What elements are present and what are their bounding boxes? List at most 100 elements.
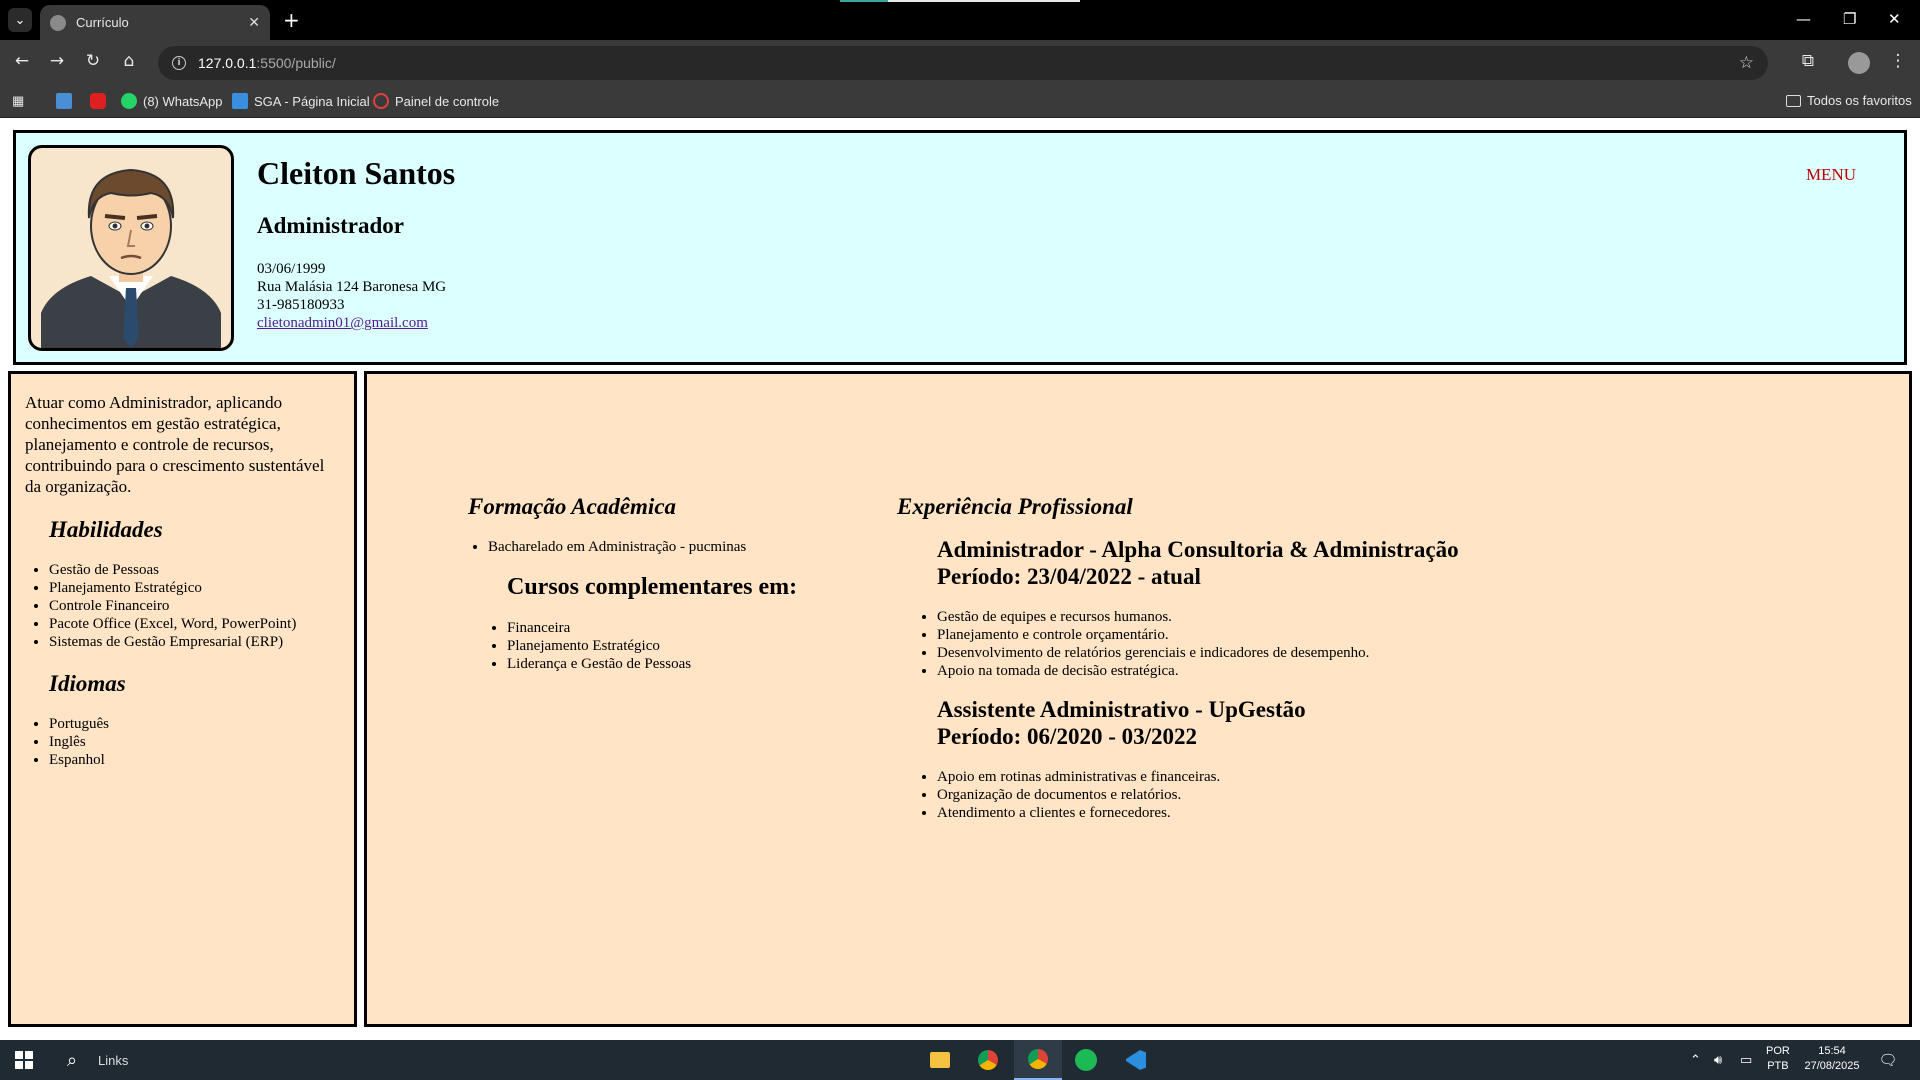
menu-link[interactable]: MENU: [1806, 165, 1856, 185]
all-bookmarks[interactable]: Todos os favoritos: [1786, 93, 1912, 108]
list-item: Controle Financeiro: [49, 597, 340, 615]
minimize-icon[interactable]: —: [1796, 10, 1811, 28]
windows-start-icon[interactable]: [12, 1040, 36, 1080]
url-host: 127.0.0.1: [198, 55, 257, 71]
profile-photo: [28, 145, 234, 351]
job-period: Período: 23/04/2022 - atual: [937, 564, 1201, 589]
language-top: POR: [1766, 1045, 1790, 1057]
list-item: Sistemas de Gestão Empresarial (ERP): [49, 633, 340, 651]
chrome-icon[interactable]: [976, 1040, 1000, 1080]
job-heading: Administrador - Alpha Consultoria & Admi…: [937, 536, 1797, 590]
clock[interactable]: 15:54 27/08/2025: [1800, 1044, 1864, 1074]
forward-icon[interactable]: →: [45, 51, 69, 71]
education-section: Formação Acadêmica Bacharelado em Admini…: [468, 494, 868, 673]
list-item: Liderança e Gestão de Pessoas: [507, 655, 868, 673]
volume-icon[interactable]: 🔊︎: [1714, 1040, 1722, 1080]
tab-strip: ⌄ Currículo ✕ + — ❐ ✕: [0, 0, 1920, 40]
avatar-illustration: [41, 168, 221, 348]
tab-strip-indicator-accent: [840, 0, 888, 2]
notifications-icon[interactable]: 🗨︎: [1876, 1040, 1900, 1080]
bookmark-star-icon[interactable]: ☆: [1739, 53, 1754, 73]
main-content: Formação Acadêmica Bacharelado em Admini…: [364, 371, 1912, 1027]
skills-list: Gestão de Pessoas Planejamento Estratégi…: [49, 561, 340, 651]
globe-icon: [50, 14, 66, 31]
contact-info: 03/06/1999 Rua Malásia 124 Baronesa MG 3…: [257, 260, 446, 332]
vscode-icon[interactable]: [1124, 1040, 1148, 1080]
clock-date: 27/08/2025: [1804, 1060, 1860, 1072]
more-menu-icon[interactable]: ⋮: [1886, 51, 1910, 71]
restore-icon[interactable]: ❐: [1843, 10, 1856, 28]
list-item: Apoio na tomada de decisão estratégica.: [937, 662, 1797, 680]
sga-icon: [232, 93, 248, 109]
taskbar: ⌕ Links ⌃ 🔊︎ ▭ POR PTB 15:54 27/08/2025 …: [0, 1040, 1920, 1080]
address: Rua Malásia 124 Baronesa MG: [257, 279, 447, 295]
list-item: Atendimento a clientes e fornecedores.: [937, 804, 1797, 822]
job-heading: Assistente Administrativo - UpGestão Perí…: [937, 696, 1797, 750]
browser-toolbar: ← → ↻ ⌂ i 127.0.0.1:5500/public/ ☆ ⧉ ⋮: [0, 40, 1920, 86]
tab-title: Currículo: [76, 15, 129, 30]
list-item: Planejamento e controle orçamentário.: [937, 626, 1797, 644]
whatsapp-icon: [121, 93, 137, 109]
languages-list: Português Inglês Espanhol: [49, 715, 340, 769]
job-tasks: Apoio em rotinas administrativas e finan…: [937, 768, 1797, 822]
job-entry: Administrador - Alpha Consultoria & Admi…: [897, 536, 1797, 680]
list-item: Apoio em rotinas administrativas e finan…: [937, 768, 1797, 786]
language-indicator[interactable]: POR PTB: [1766, 1044, 1790, 1074]
list-item: Pacote Office (Excel, Word, PowerPoint): [49, 615, 340, 633]
site-info-icon[interactable]: i: [172, 56, 186, 70]
address-bar[interactable]: i 127.0.0.1:5500/public/ ☆: [158, 46, 1768, 80]
chevron-down-icon: ⌄: [14, 12, 26, 28]
browser-tab[interactable]: Currículo ✕: [40, 5, 270, 40]
taskbar-search-label[interactable]: Links: [98, 1040, 128, 1080]
web-page: Cleiton Santos Administrador 03/06/1999 …: [0, 118, 1920, 1040]
extensions-icon[interactable]: ⧉: [1796, 51, 1820, 71]
bookmark-label: SGA - Página Inicial: [254, 93, 370, 109]
profile-avatar[interactable]: [1848, 52, 1870, 74]
bookmark-painel[interactable]: Painel de controle: [373, 93, 499, 109]
courses-list: Financeira Planejamento Estratégico Lide…: [507, 619, 868, 673]
job-title: Administrador - Alpha Consultoria & Admi…: [937, 537, 1459, 562]
list-item: Espanhol: [49, 751, 340, 769]
reload-icon[interactable]: ↻: [81, 51, 105, 71]
home-icon[interactable]: ⌂: [117, 51, 141, 71]
sidebar: Atuar como Administrador, aplicando conh…: [8, 371, 357, 1027]
language-bottom: PTB: [1767, 1060, 1789, 1072]
tray-chevron-icon[interactable]: ⌃: [1690, 1040, 1701, 1080]
courses-heading: Cursos complementares em:: [507, 574, 798, 600]
control-panel-icon: [373, 93, 389, 109]
youtube-icon: [90, 93, 106, 109]
job-entry: Assistente Administrativo - UpGestão Perí…: [897, 696, 1797, 822]
list-item: Gestão de Pessoas: [49, 561, 340, 579]
phone: 31-985180933: [257, 297, 345, 313]
candidate-name: Cleiton Santos: [257, 155, 456, 191]
window-close-icon[interactable]: ✕: [1888, 10, 1901, 28]
languages-heading: Idiomas: [49, 671, 126, 696]
all-bookmarks-label: Todos os favoritos: [1807, 93, 1912, 108]
apps-grid-icon[interactable]: ▦: [12, 93, 24, 109]
bookmark-drive[interactable]: [56, 93, 78, 109]
spotify-icon[interactable]: [1074, 1040, 1098, 1080]
degree-list: Bacharelado em Administração - pucminas: [488, 538, 868, 556]
bookmark-sga[interactable]: SGA - Página Inicial: [232, 93, 370, 109]
bookmark-label: (8) WhatsApp: [143, 93, 223, 109]
chrome-active-icon[interactable]: [1014, 1040, 1062, 1080]
candidate-role: Administrador: [257, 213, 404, 238]
skills-heading: Habilidades: [49, 517, 163, 542]
network-icon[interactable]: ▭: [1740, 1040, 1752, 1080]
new-tab-button[interactable]: +: [283, 8, 300, 32]
bookmark-whatsapp[interactable]: (8) WhatsApp: [121, 93, 222, 109]
close-icon[interactable]: ✕: [248, 15, 260, 31]
drive-icon: [56, 93, 72, 109]
list-item: Financeira: [507, 619, 868, 637]
bookmark-label: Painel de controle: [395, 93, 500, 109]
search-icon[interactable]: ⌕: [60, 1040, 84, 1080]
back-icon[interactable]: ←: [10, 51, 34, 71]
objective-text: Atuar como Administrador, aplicando conh…: [25, 393, 325, 496]
url-path: :5500/public/: [256, 55, 336, 71]
experience-section: Experiência Profissional Administrador -…: [897, 494, 1797, 822]
file-explorer-icon[interactable]: [928, 1040, 952, 1080]
tab-search-button[interactable]: ⌄: [8, 8, 32, 32]
bookmark-youtube[interactable]: [90, 93, 112, 109]
clock-time: 15:54: [1818, 1045, 1846, 1057]
email-link[interactable]: clietonadmin01@gmail.com: [257, 314, 446, 332]
